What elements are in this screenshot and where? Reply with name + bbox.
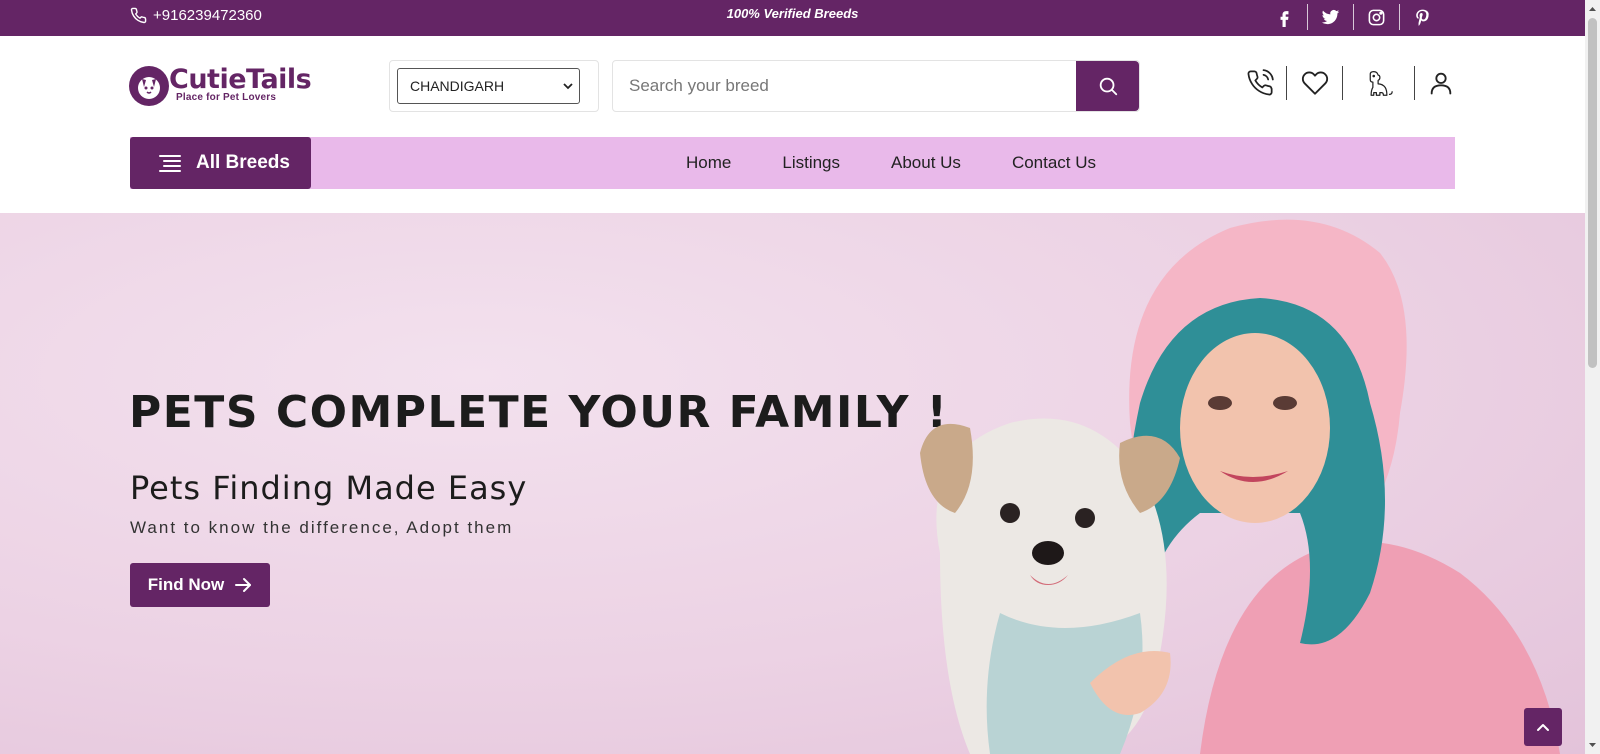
search-bar — [612, 60, 1140, 112]
call-button[interactable] — [1234, 66, 1286, 100]
phone-icon — [1247, 69, 1274, 96]
instagram-link[interactable] — [1353, 4, 1399, 30]
search-button[interactable] — [1076, 61, 1139, 111]
nav-link-about-us[interactable]: About Us — [891, 153, 961, 173]
search-icon — [1099, 77, 1117, 96]
logo-mark — [129, 66, 169, 106]
pet-icon — [1369, 71, 1393, 96]
city-select-value: CHANDIGARH — [410, 78, 505, 94]
site-logo[interactable]: CutieTails Place for Pet Lovers — [129, 64, 312, 108]
logo-name: CutieTails — [169, 64, 312, 95]
user-icon — [1430, 72, 1451, 95]
header-icons — [1234, 66, 1466, 100]
pets-button[interactable] — [1342, 66, 1414, 100]
find-now-button[interactable]: Find Now — [130, 563, 270, 607]
pinterest-icon — [1416, 9, 1429, 26]
hero-banner: PETS COMPLETE YOUR FAMILY ! Pets Finding… — [0, 213, 1585, 754]
facebook-link[interactable] — [1261, 4, 1307, 30]
hero-title: PETS COMPLETE YOUR FAMILY ! — [129, 387, 949, 438]
hero-subtitle: Pets Finding Made Easy — [130, 469, 528, 507]
all-breeds-label: All Breeds — [196, 152, 290, 173]
menu-icon — [159, 155, 181, 172]
account-button[interactable] — [1414, 66, 1466, 100]
chevron-down-icon — [563, 83, 573, 90]
site-header: CutieTails Place for Pet Lovers CHANDIGA… — [0, 36, 1585, 132]
scrollbar-thumb[interactable] — [1588, 18, 1597, 368]
scroll-down-arrow-icon[interactable] — [1588, 740, 1597, 750]
instagram-icon — [1368, 9, 1385, 25]
find-now-label: Find Now — [147, 575, 225, 594]
wishlist-button[interactable] — [1286, 66, 1342, 100]
top-bar: +916239472360 100% Verified Breeds — [0, 0, 1585, 36]
twitter-icon — [1321, 9, 1340, 24]
page-scrollbar[interactable] — [1585, 0, 1600, 754]
city-select[interactable]: CHANDIGARH — [397, 68, 580, 104]
back-to-top-button[interactable] — [1524, 708, 1562, 746]
page: +916239472360 100% Verified Breeds Cutie… — [0, 0, 1600, 754]
facebook-icon — [1280, 10, 1288, 27]
pinterest-link[interactable] — [1399, 4, 1445, 30]
search-input[interactable] — [613, 61, 1077, 111]
nav-link-listings[interactable]: Listings — [782, 153, 840, 173]
nav-links: Home Listings About Us Contact Us — [686, 137, 1147, 189]
logo-tagline: Place for Pet Lovers — [176, 92, 277, 103]
city-selector-container: CHANDIGARH — [389, 60, 599, 112]
hero-text: Want to know the difference, Adopt them — [130, 518, 514, 537]
heart-icon — [1301, 71, 1328, 95]
scroll-up-arrow-icon[interactable] — [1588, 4, 1597, 14]
chevron-up-icon — [1537, 724, 1549, 731]
twitter-link[interactable] — [1307, 4, 1353, 30]
hero-illustration — [920, 219, 1560, 754]
social-links — [1261, 4, 1445, 30]
main-nav: All Breeds Home Listings About Us Contac… — [130, 137, 1455, 189]
nav-link-contact-us[interactable]: Contact Us — [1012, 153, 1096, 173]
all-breeds-button[interactable]: All Breeds — [130, 137, 311, 189]
nav-link-home[interactable]: Home — [686, 153, 731, 173]
arrow-right-icon — [235, 578, 252, 592]
